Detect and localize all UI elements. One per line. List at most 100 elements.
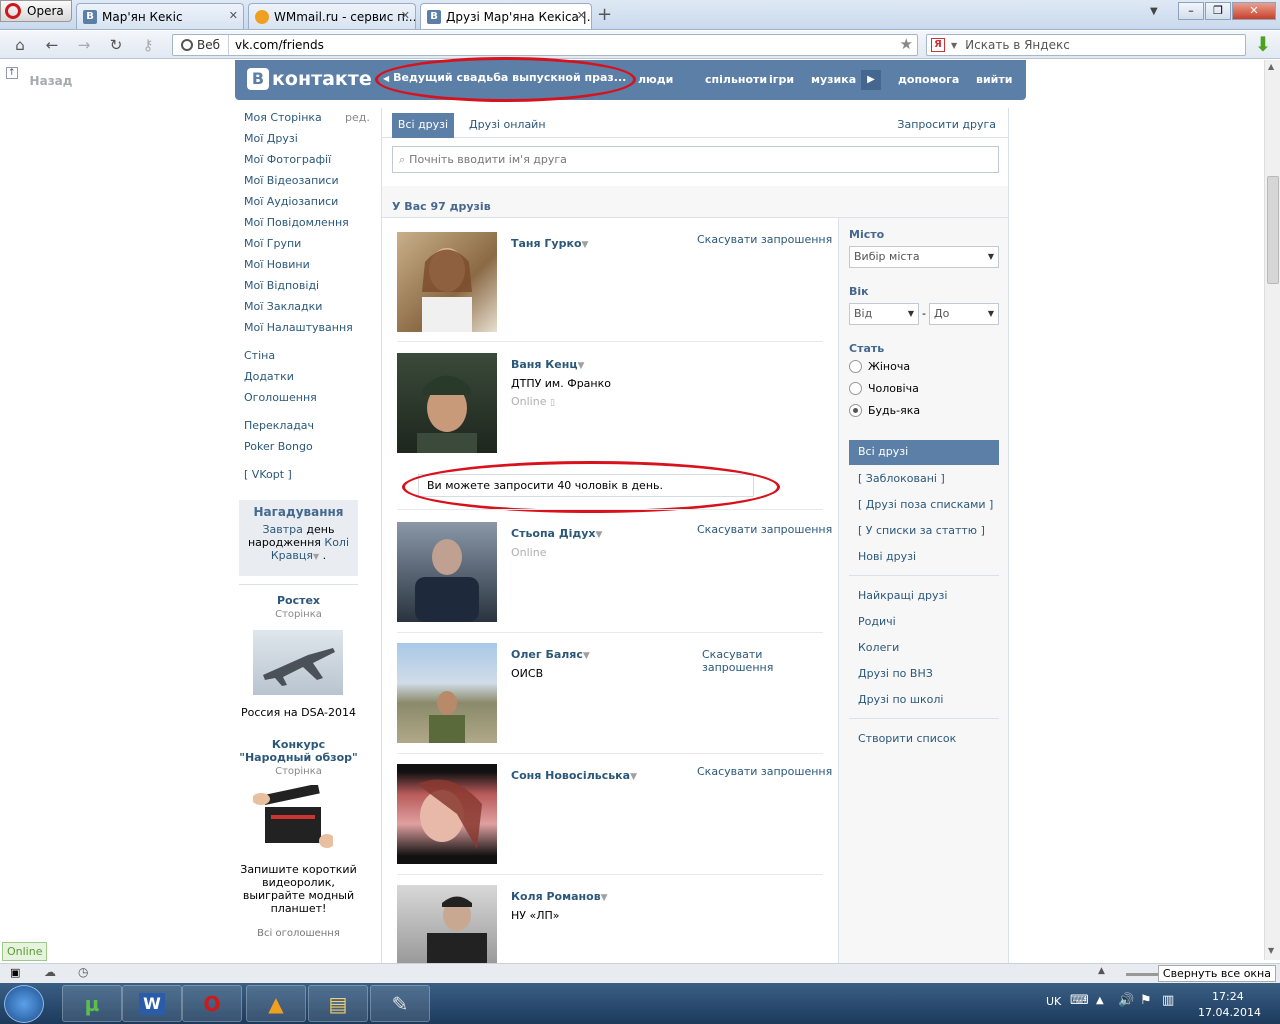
reminder-name-link[interactable]: Колі [324, 536, 349, 549]
url-text[interactable]: vk.com/friends [235, 38, 324, 52]
opera-taskbar-icon[interactable]: O [182, 985, 242, 1022]
cancel-invitation-link[interactable]: Скасувати запрошення [697, 233, 832, 246]
age-to-select[interactable]: До ▼ [929, 303, 999, 325]
menu-poker-bongo[interactable]: Poker Bongo [244, 440, 313, 453]
list-all-friends[interactable]: Всі друзі [849, 440, 999, 465]
vk-logo[interactable]: В контакте [247, 68, 372, 90]
search-engine-dropdown-icon[interactable]: ▼ [951, 41, 957, 50]
friend-menu-arrow-icon[interactable]: ▼ [596, 530, 603, 540]
show-hidden-icons-icon[interactable]: ▲ [1096, 995, 1104, 1006]
volume-icon[interactable]: 🔊 [1118, 993, 1134, 1008]
friend-menu-arrow-icon[interactable]: ▼ [582, 240, 589, 250]
restore-button[interactable]: ❐ [1205, 2, 1231, 20]
list-relatives[interactable]: Родичі [858, 615, 896, 628]
list-university-friends[interactable]: Друзі по ВНЗ [858, 667, 933, 680]
friend-menu-arrow-icon[interactable]: ▼ [583, 651, 590, 661]
menu-translator[interactable]: Перекладач [244, 419, 314, 432]
language-indicator[interactable]: UK [1046, 995, 1061, 1008]
list-blocked[interactable]: [ Заблоковані ] [858, 472, 945, 485]
radio-circle[interactable] [849, 382, 862, 395]
home-icon[interactable]: ⌂ [10, 36, 30, 54]
friend-photo[interactable] [397, 353, 497, 453]
close-tab-icon[interactable]: ✕ [229, 9, 238, 22]
start-button[interactable] [4, 985, 44, 1023]
friend-photo[interactable] [397, 522, 497, 622]
download-icon[interactable]: ⬇ [1252, 34, 1274, 56]
friend-search-input[interactable]: ⌕ Почніть вводити ім'я друга [392, 146, 999, 173]
opera-menu-button[interactable]: Opera [0, 0, 72, 22]
keyboard-icon[interactable]: ⌨ [1070, 993, 1089, 1008]
tab-friends-online[interactable]: Друзі онлайн [469, 118, 546, 131]
menu-wall[interactable]: Стіна [244, 349, 275, 362]
menu-my-news[interactable]: Мої Новини [244, 258, 310, 271]
sex-radio-male[interactable]: Чоловіча [849, 382, 919, 395]
ad-title[interactable]: Ростех [239, 594, 358, 607]
nav-help[interactable]: допомога [898, 73, 959, 86]
panel-toggle-icon[interactable]: ▣ [10, 966, 20, 979]
friend-menu-arrow-icon[interactable]: ▼ [578, 361, 585, 371]
cancel-invitation-link[interactable]: Скасувати запрошення [697, 523, 832, 536]
clock-date[interactable]: 17.04.2014 [1198, 1006, 1261, 1019]
key-icon[interactable]: ⚷ [138, 36, 158, 54]
radio-circle[interactable] [849, 360, 862, 373]
friend-name[interactable]: Олег Баляс▼ [511, 648, 590, 661]
aimp-taskbar-icon[interactable]: ▲ [246, 985, 306, 1022]
ad-caption[interactable]: Россия на DSA-2014 [239, 706, 358, 719]
minimize-button[interactable]: – [1178, 2, 1204, 20]
tab-all-friends[interactable]: Всі друзі [392, 113, 454, 138]
menu-my-bookmarks[interactable]: Мої Закладки [244, 300, 322, 313]
close-tab-icon[interactable]: ✕ [577, 9, 586, 22]
menu-my-friends[interactable]: Мої Друзі [244, 132, 298, 145]
utorrent-taskbar-icon[interactable]: µ [62, 985, 122, 1022]
cancel-invitation-link[interactable]: Скасувати запрошення [697, 765, 832, 778]
menu-my-messages[interactable]: Мої Повідомлення [244, 216, 349, 229]
cancel-invitation-link[interactable]: Скасувати запрошення [702, 648, 774, 674]
list-school-friends[interactable]: Друзі по школі [858, 693, 943, 706]
menu-vkopt[interactable]: [ VKopt ] [244, 468, 292, 481]
nav-communities[interactable]: спільноти [705, 73, 767, 86]
menu-my-videos[interactable]: Мої Відеозаписи [244, 174, 339, 187]
ad-title[interactable]: Конкурс "Народный обзор" [239, 738, 358, 764]
list-by-sex[interactable]: [ У списки за статтю ] [858, 524, 985, 537]
ad-caption[interactable]: Запишите короткий видеоролик, выиграйте … [239, 863, 358, 915]
close-window-button[interactable]: ✕ [1232, 2, 1276, 20]
menu-my-settings[interactable]: Мої Налаштування [244, 321, 353, 334]
menu-ads[interactable]: Оголошення [244, 391, 317, 404]
clock-time[interactable]: 17:24 [1212, 990, 1244, 1003]
menu-my-groups[interactable]: Мої Групи [244, 237, 301, 250]
friend-name[interactable]: Стьопа Дідух▼ [511, 527, 602, 540]
back-link[interactable]: ↑ Назад [6, 66, 72, 88]
reminder-dropdown-icon[interactable]: ▼ [313, 552, 319, 561]
menu-apps[interactable]: Додатки [244, 370, 294, 383]
nav-logout[interactable]: вийти [976, 73, 1012, 86]
turbo-icon[interactable]: ▲ [1098, 966, 1105, 976]
list-out-of-lists[interactable]: [ Друзі поза списками ] [858, 498, 993, 511]
friend-name[interactable]: Ваня Кенц▼ [511, 358, 584, 371]
action-center-icon[interactable]: ⚑ [1140, 993, 1152, 1008]
friend-photo[interactable] [397, 232, 497, 332]
new-tab-button[interactable]: + [597, 4, 612, 25]
list-best-friends[interactable]: Найкращі друзі [858, 589, 947, 602]
close-tab-icon[interactable]: ✕ [401, 9, 410, 22]
back-arrow-icon[interactable]: ← [42, 36, 62, 54]
nav-people[interactable]: люди [638, 73, 673, 86]
friend-name[interactable]: Таня Гурко▼ [511, 237, 588, 250]
browser-tab[interactable]: WMmail.ru - сервис п... ✕ [248, 3, 416, 29]
reminder-surname-link[interactable]: Кравця [271, 549, 313, 562]
explorer-taskbar-icon[interactable]: ▤ [308, 985, 368, 1022]
speed-dial-icon[interactable]: ◷ [78, 965, 88, 979]
cloud-icon[interactable]: ☁ [44, 965, 56, 979]
nav-music[interactable]: музика [811, 73, 856, 86]
radio-circle-selected[interactable] [849, 404, 862, 417]
scrollbar-thumb[interactable] [1267, 176, 1279, 284]
friend-menu-arrow-icon[interactable]: ▼ [630, 772, 637, 782]
menu-my-replies[interactable]: Мої Відповіді [244, 279, 319, 292]
scroll-down-icon[interactable]: ▼ [1268, 946, 1274, 955]
menu-my-photos[interactable]: Мої Фотографії [244, 153, 331, 166]
page-scrollbar[interactable]: ▲ ▼ [1264, 60, 1280, 960]
word-taskbar-icon[interactable]: W [122, 985, 182, 1022]
friend-photo[interactable] [397, 885, 497, 963]
scroll-up-icon[interactable]: ▲ [1268, 62, 1274, 71]
bookmark-star-icon[interactable]: ★ [900, 35, 913, 53]
browser-tab-active[interactable]: B Друзі Мар'яна Кекіса |... ✕ [420, 3, 592, 29]
